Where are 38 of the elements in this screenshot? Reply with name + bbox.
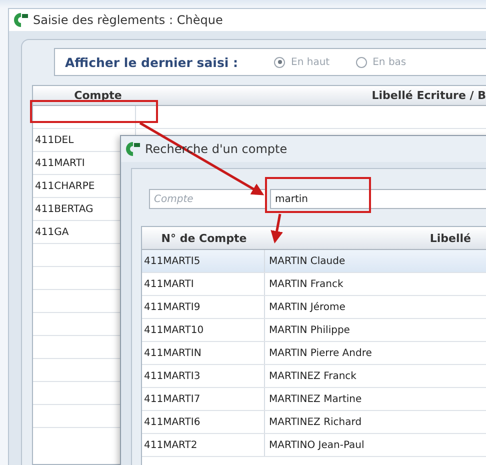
- column-header[interactable]: Libellé Ecriture / B: [163, 89, 486, 102]
- table-cell-text: MARTINO Jean-Paul: [268, 438, 366, 452]
- display-option-label: Afficher le dernier saisi :: [65, 54, 238, 70]
- app-logo-icon: [125, 141, 141, 157]
- account-row[interactable]: 411MARTIN MARTIN Pierre Andre: [142, 342, 486, 365]
- account-row[interactable]: 411MART10 MARTIN Philippe: [142, 319, 486, 342]
- table-cell-text: MARTIN Pierre Andre: [268, 346, 373, 360]
- table-cell: 411MARTI5: [142, 250, 265, 272]
- table-cell-text: MARTIN Franck: [268, 278, 344, 292]
- account-row[interactable]: 411MARTI9 MARTIN Jérome: [142, 296, 486, 319]
- account-field[interactable]: Compte: [149, 189, 266, 209]
- column-header[interactable]: Libellé: [266, 232, 486, 244]
- account-row[interactable]: 411MARTI7 MARTINEZ Martine: [142, 388, 486, 411]
- table-cell-text: MARTIN Claude: [268, 254, 346, 268]
- column-header[interactable]: N° de Compte: [142, 232, 266, 244]
- search-field[interactable]: martin: [270, 189, 486, 209]
- table-cell-text: MARTIN Jérome: [268, 300, 346, 314]
- table-cell-text: MARTINEZ Richard: [268, 416, 363, 430]
- table-cell: 411MARTI3: [142, 365, 265, 387]
- table-cell: 411MARTI9: [142, 296, 265, 318]
- account-row[interactable]: 411MARTI3 MARTINEZ Franck: [142, 365, 486, 388]
- table-cell-text: MARTINEZ Franck: [268, 370, 358, 384]
- window-title: Saisie des règlements : Chèque: [33, 13, 223, 27]
- app-logo-icon: [13, 12, 29, 28]
- column-header[interactable]: Compte: [33, 89, 163, 102]
- account-row[interactable]: 411MARTI5 MARTIN Claude: [142, 250, 486, 273]
- table-cell: 411MART10: [142, 319, 265, 341]
- table-cell: 411MARTI7: [142, 388, 265, 410]
- account-row[interactable]: 411MART2 MARTINO Jean-Paul: [142, 434, 486, 457]
- table-cell: 411MARTI: [142, 273, 265, 295]
- account-row[interactable]: 411MARTI6 MARTINEZ Richard: [142, 411, 486, 434]
- table-cell-text: MARTIN Philippe: [268, 324, 351, 338]
- table-cell: 411MARTIN: [142, 342, 265, 364]
- table-cell-text: MARTINEZ Martine: [268, 392, 363, 406]
- table-cell: 411MARTI6: [142, 411, 265, 433]
- account-row[interactable]: 411MARTI MARTIN Franck: [142, 273, 486, 296]
- table-cell: 411MART2: [142, 434, 265, 456]
- annotation-arrow: [270, 214, 283, 244]
